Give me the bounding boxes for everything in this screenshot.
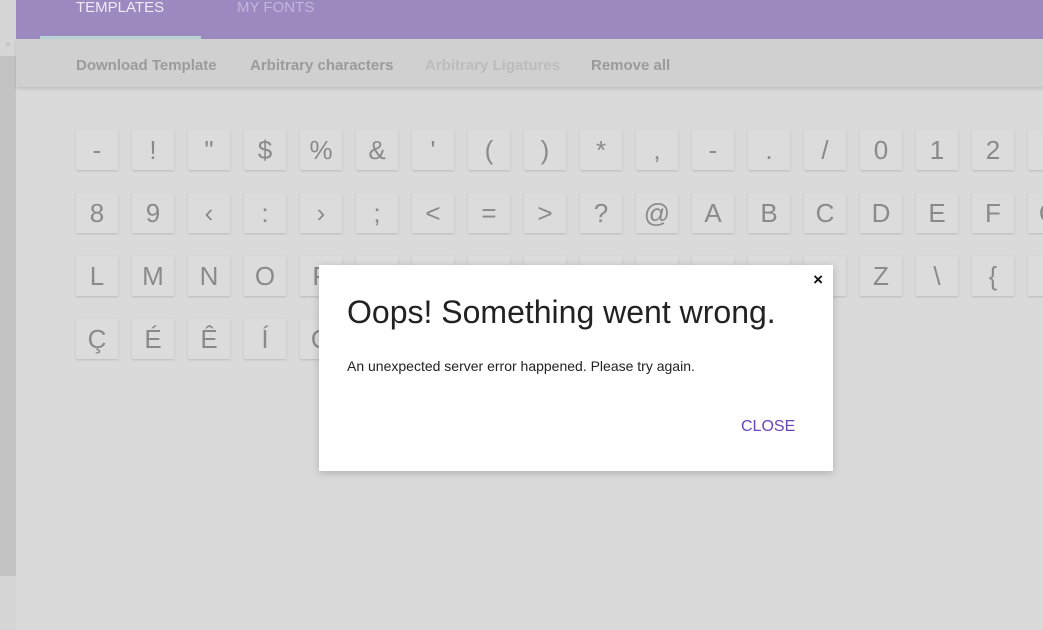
glyph-tile[interactable]: "	[188, 130, 230, 170]
arbitrary-characters-button[interactable]: Arbitrary characters	[250, 57, 393, 74]
glyph-tile[interactable]: %	[300, 130, 342, 170]
glyph-tile[interactable]: /	[804, 130, 846, 170]
glyph-tile[interactable]: Í	[244, 319, 286, 359]
glyph-tile[interactable]: M	[132, 256, 174, 296]
glyph-tile[interactable]: <	[412, 193, 454, 233]
glyph-tile[interactable]: L	[76, 256, 118, 296]
glyph-tile[interactable]: C	[804, 193, 846, 233]
glyph-tile[interactable]: Ê	[188, 319, 230, 359]
header: TEMPLATES MY FONTS	[16, 0, 1043, 39]
dialog-title: Oops! Something went wrong.	[347, 294, 776, 330]
glyph-tile[interactable]: ?	[580, 193, 622, 233]
glyph-tile[interactable]: -	[692, 130, 734, 170]
dialog-message: An unexpected server error happened. Ple…	[347, 358, 695, 374]
glyph-tile[interactable]: .	[748, 130, 790, 170]
glyph-tile[interactable]: 0	[860, 130, 902, 170]
glyph-tile[interactable]	[1028, 130, 1043, 170]
tab-my-fonts[interactable]: MY FONTS	[237, 0, 314, 39]
glyph-tile[interactable]: ›	[300, 193, 342, 233]
glyph-tile[interactable]: :	[244, 193, 286, 233]
glyph-tile[interactable]: '	[412, 130, 454, 170]
glyph-tile[interactable]: ‹	[188, 193, 230, 233]
glyph-tile[interactable]: *	[580, 130, 622, 170]
glyph-tile[interactable]: É	[132, 319, 174, 359]
glyph-tile[interactable]: (	[468, 130, 510, 170]
close-button[interactable]: CLOSE	[741, 418, 795, 436]
glyph-tile[interactable]: ;	[356, 193, 398, 233]
glyph-tile[interactable]: 8	[76, 193, 118, 233]
glyph-tile[interactable]: F	[972, 193, 1014, 233]
glyph-tile[interactable]: ,	[636, 130, 678, 170]
glyph-tile[interactable]: =	[468, 193, 510, 233]
glyph-tile[interactable]: G	[1028, 193, 1043, 233]
glyph-tile[interactable]: )	[524, 130, 566, 170]
glyph-tile[interactable]: D	[860, 193, 902, 233]
glyph-tile[interactable]: @	[636, 193, 678, 233]
download-template-button[interactable]: Download Template	[76, 57, 217, 74]
glyph-tile[interactable]: -	[76, 130, 118, 170]
glyph-tile[interactable]: $	[244, 130, 286, 170]
glyph-tile[interactable]: >	[524, 193, 566, 233]
glyph-tile[interactable]: B	[748, 193, 790, 233]
remove-all-button[interactable]: Remove all	[591, 57, 670, 74]
glyph-tile[interactable]: Ç	[76, 319, 118, 359]
glyph-tile[interactable]: E	[916, 193, 958, 233]
glyph-tile[interactable]	[1028, 256, 1043, 296]
glyph-tile[interactable]: A	[692, 193, 734, 233]
glyph-tile[interactable]: &	[356, 130, 398, 170]
glyph-tile[interactable]: Z	[860, 256, 902, 296]
close-icon[interactable]: ×	[813, 270, 823, 290]
glyph-tile[interactable]: 9	[132, 193, 174, 233]
scrollbar[interactable]: ^	[0, 0, 16, 630]
error-dialog: × Oops! Something went wrong. An unexpec…	[319, 265, 833, 471]
tab-templates[interactable]: TEMPLATES	[76, 0, 164, 39]
arbitrary-ligatures-button[interactable]: Arbitrary Ligatures	[425, 57, 560, 74]
glyph-tile[interactable]: \	[916, 256, 958, 296]
glyph-tile[interactable]: 1	[916, 130, 958, 170]
glyph-tile[interactable]: N	[188, 256, 230, 296]
toolbar: Download Template Arbitrary characters A…	[16, 39, 1043, 87]
glyph-tile[interactable]: 2	[972, 130, 1014, 170]
glyph-tile[interactable]: !	[132, 130, 174, 170]
scrollbar-thumb[interactable]	[0, 56, 16, 576]
glyph-tile[interactable]: O	[244, 256, 286, 296]
scroll-up-icon[interactable]: ^	[0, 40, 16, 56]
glyph-tile[interactable]: {	[972, 256, 1014, 296]
